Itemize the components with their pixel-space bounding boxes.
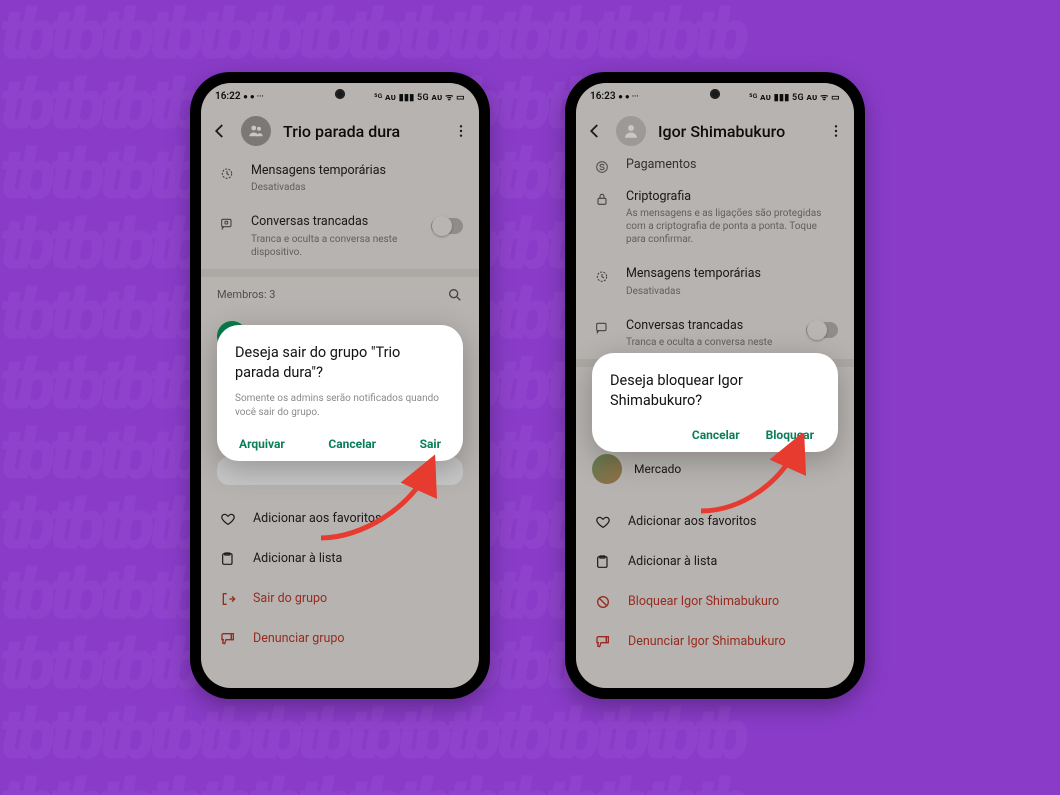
dialog-title: Deseja bloquear Igor Shimabukuro? xyxy=(610,371,820,410)
page-title: Igor Shimabukuro xyxy=(658,122,816,141)
archive-button[interactable]: Arquivar xyxy=(239,437,285,451)
status-time: 16:22 ● ● ··· xyxy=(215,91,264,102)
app-bar: Igor Shimabukuro xyxy=(576,109,854,153)
canvas: tbtbtbtbtbtbtbtbtbtbtbtbtbtbtb tbtbtbtbt… xyxy=(0,0,1060,795)
setting-disappearing[interactable]: Mensagens temporárias Desativadas xyxy=(201,153,479,204)
dialog-body: Somente os admins serão notificados quan… xyxy=(235,392,445,419)
setting-sub: Tranca e oculta a conversa neste xyxy=(626,336,792,349)
heart-icon xyxy=(219,511,237,527)
more-icon[interactable] xyxy=(453,123,469,139)
action-label: Sair do grupo xyxy=(253,591,327,606)
more-icon[interactable] xyxy=(828,123,844,139)
action-add-list[interactable]: Adicionar à lista xyxy=(201,539,479,579)
setting-title: Conversas trancadas xyxy=(626,318,792,334)
list-icon xyxy=(219,551,237,567)
cancel-button[interactable]: Cancelar xyxy=(692,428,740,442)
action-favorite[interactable]: Adicionar aos favoritos xyxy=(201,499,479,539)
action-add-list[interactable]: Adicionar à lista xyxy=(576,542,854,582)
thumbs-down-icon xyxy=(219,631,237,647)
action-report[interactable]: Denunciar Igor Shimabukuro xyxy=(576,622,854,662)
search-icon[interactable] xyxy=(447,287,463,303)
back-icon[interactable] xyxy=(211,122,229,140)
camera-notch xyxy=(335,89,345,99)
confirm-button[interactable]: Sair xyxy=(420,437,441,451)
status-time: 16:23 ● ● ··· xyxy=(590,91,639,102)
block-contact-dialog: Deseja bloquear Igor Shimabukuro? Cancel… xyxy=(592,353,838,452)
action-label: Adicionar aos favoritos xyxy=(628,514,756,529)
action-favorite[interactable]: Adicionar aos favoritos xyxy=(576,502,854,542)
setting-title: Criptografia xyxy=(626,189,838,205)
group-row[interactable]: Mercado xyxy=(576,446,854,492)
action-label: Adicionar à lista xyxy=(628,554,717,569)
setting-title: Mensagens temporárias xyxy=(626,266,838,282)
setting-sub: Desativadas xyxy=(251,181,463,194)
dialog-title: Deseja sair do grupo "Trio parada dura"? xyxy=(235,343,445,382)
status-indicators: ⁵ᴳ ᴀᴜ ▮▮▮ 5G ᴀᴜ ᯤ ▭ xyxy=(374,90,465,103)
contact-avatar-icon[interactable] xyxy=(616,116,646,146)
phone-right: 16:23 ● ● ··· ⁵ᴳ ᴀᴜ ▮▮▮ 5G ᴀᴜ ᯤ ▭ Igor S… xyxy=(565,72,865,699)
back-icon[interactable] xyxy=(586,122,604,140)
phone-left: 16:22 ● ● ··· ⁵ᴳ ᴀᴜ ▮▮▮ 5G ᴀᴜ ᯤ ▭ Trio p… xyxy=(190,72,490,699)
heart-icon xyxy=(594,514,612,530)
thumbs-down-icon xyxy=(594,634,612,650)
action-label: Denunciar Igor Shimabukuro xyxy=(628,634,786,649)
action-block[interactable]: Bloquear Igor Shimabukuro xyxy=(576,582,854,622)
status-indicators: ⁵ᴳ ᴀᴜ ▮▮▮ 5G ᴀᴜ ᯤ ▭ xyxy=(749,90,840,103)
members-header: Membros: 3 xyxy=(201,277,479,313)
setting-title: Mensagens temporárias xyxy=(251,163,463,179)
chat-lock-icon xyxy=(592,320,612,336)
action-report-group[interactable]: Denunciar grupo xyxy=(201,619,479,659)
action-label: Denunciar grupo xyxy=(253,631,345,646)
group-avatar-icon[interactable] xyxy=(241,116,271,146)
toggle-switch[interactable] xyxy=(806,322,838,338)
setting-sub: Tranca e oculta a conversa neste disposi… xyxy=(251,233,417,259)
timer-icon xyxy=(592,268,612,284)
setting-sub: Desativadas xyxy=(626,285,838,298)
leave-group-dialog: Deseja sair do grupo "Trio parada dura"?… xyxy=(217,325,463,461)
members-count: Membros: 3 xyxy=(217,288,275,301)
setting-encryption[interactable]: Criptografia As mensagens e as ligações … xyxy=(576,179,854,256)
camera-notch xyxy=(710,89,720,99)
setting-locked-chats[interactable]: Conversas trancadas Tranca e oculta a co… xyxy=(201,204,479,268)
app-bar: Trio parada dura xyxy=(201,109,479,153)
chat-lock-icon xyxy=(217,216,237,232)
avatar xyxy=(592,454,622,484)
action-label: Adicionar à lista xyxy=(253,551,342,566)
toggle-switch[interactable] xyxy=(431,218,463,234)
list-icon xyxy=(594,554,612,570)
setting-title: Conversas trancadas xyxy=(251,214,417,230)
setting-disappearing[interactable]: Mensagens temporárias Desativadas xyxy=(576,256,854,307)
setting-payments[interactable]: Pagamentos xyxy=(576,153,854,179)
exit-icon xyxy=(219,591,237,607)
group-name: Mercado xyxy=(634,462,838,476)
action-label: Adicionar aos favoritos xyxy=(253,511,381,526)
payment-icon xyxy=(592,159,612,175)
action-leave-group[interactable]: Sair do grupo xyxy=(201,579,479,619)
page-title: Trio parada dura xyxy=(283,122,441,141)
cancel-button[interactable]: Cancelar xyxy=(328,437,376,451)
action-label: Bloquear Igor Shimabukuro xyxy=(628,594,779,609)
setting-locked-chats[interactable]: Conversas trancadas Tranca e oculta a co… xyxy=(576,308,854,359)
block-icon xyxy=(594,594,612,610)
lock-icon xyxy=(592,191,612,207)
confirm-button[interactable]: Bloquear xyxy=(766,428,814,442)
timer-icon xyxy=(217,165,237,181)
setting-title: Pagamentos xyxy=(626,157,838,173)
setting-sub: As mensagens e as ligações são protegida… xyxy=(626,207,838,246)
